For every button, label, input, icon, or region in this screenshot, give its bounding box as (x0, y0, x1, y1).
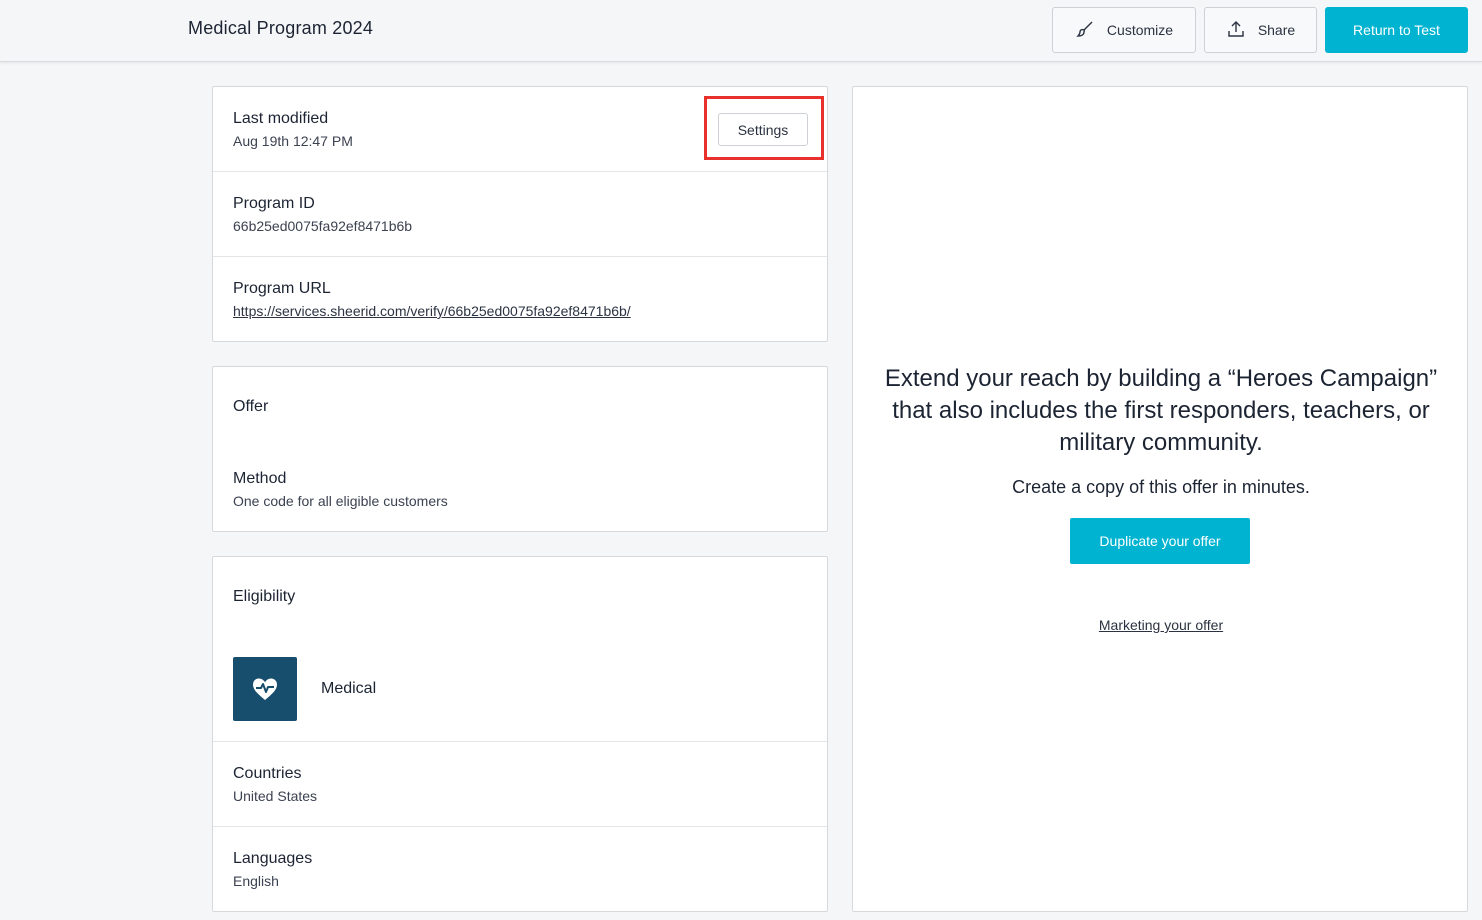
languages-value: English (233, 873, 279, 889)
program-id-row: Program ID 66b25ed0075fa92ef8471b6b (213, 172, 827, 257)
offer-card: Offer Method One code for all eligible c… (212, 366, 828, 532)
eligibility-card: Eligibility Medical Countries United Sta… (212, 556, 828, 912)
eligibility-segment-row: Eligibility Medical (213, 557, 827, 742)
method-value: One code for all eligible customers (233, 493, 448, 509)
promo-subheading: Create a copy of this offer in minutes. (1012, 477, 1310, 497)
brush-icon (1075, 19, 1095, 42)
share-button[interactable]: Share (1204, 7, 1317, 53)
program-url-link[interactable]: https://services.sheerid.com/verify/66b2… (233, 303, 631, 319)
duplicate-offer-button[interactable]: Duplicate your offer (1070, 518, 1250, 564)
last-modified-row: Last modified Aug 19th 12:47 PM Settings (213, 87, 827, 172)
eligibility-title: Eligibility (233, 588, 296, 605)
heroes-campaign-card: Extend your reach by building a “Heroes … (852, 86, 1468, 912)
settings-button[interactable]: Settings (718, 113, 808, 146)
customize-button[interactable]: Customize (1052, 7, 1196, 53)
share-label: Share (1257, 22, 1296, 38)
page-title: Medical Program 2024 (188, 18, 374, 38)
countries-row: Countries United States (213, 742, 827, 827)
countries-label: Countries (233, 765, 302, 782)
last-modified-value: Aug 19th 12:47 PM (233, 133, 353, 149)
return-to-test-button[interactable]: Return to Test (1325, 7, 1468, 53)
program-info-card: Last modified Aug 19th 12:47 PM Settings… (212, 86, 828, 342)
languages-row: Languages English (213, 827, 827, 912)
program-id-value: 66b25ed0075fa92ef8471b6b (233, 218, 413, 234)
program-url-row: Program URL https://services.sheerid.com… (213, 257, 827, 342)
countries-value: United States (233, 788, 318, 804)
top-bar: Medical Program 2024 Customize Share Ret… (0, 0, 1482, 62)
upload-icon (1226, 19, 1246, 42)
last-modified-label: Last modified (233, 110, 329, 127)
method-label: Method (233, 470, 287, 487)
heart-pulse-icon (233, 657, 297, 721)
marketing-offer-link[interactable]: Marketing your offer (883, 617, 1439, 633)
offer-title: Offer (233, 398, 269, 415)
segment-label: Medical (321, 680, 377, 697)
languages-label: Languages (233, 850, 313, 867)
program-url-label: Program URL (233, 280, 331, 297)
customize-label: Customize (1106, 22, 1174, 38)
promo-heading: Extend your reach by building a “Heroes … (884, 365, 1438, 456)
program-id-label: Program ID (233, 195, 315, 212)
